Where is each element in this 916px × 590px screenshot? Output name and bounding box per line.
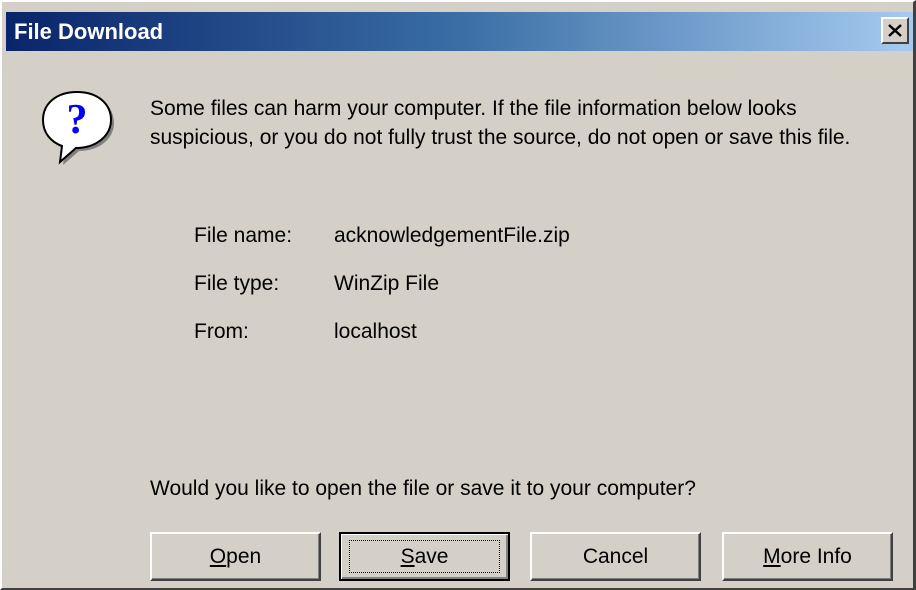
open-button[interactable]: Open <box>150 532 321 581</box>
from-value: localhost <box>334 320 417 343</box>
file-type-value: WinZip File <box>334 272 440 295</box>
close-button[interactable] <box>881 17 909 44</box>
from-label: From: <box>194 320 249 343</box>
focus-ring <box>349 540 500 573</box>
file-download-dialog: File Download ? Some files can harm your… <box>0 0 916 590</box>
close-icon <box>888 24 902 37</box>
open-button-label: pen <box>226 544 262 568</box>
question-mark-icon: ? <box>41 90 114 165</box>
title-bar[interactable]: File Download <box>6 12 913 51</box>
window-title: File Download <box>14 19 164 44</box>
open-or-save-question: Would you like to open the file or save … <box>150 477 696 500</box>
more-info-button[interactable]: More Info <box>722 532 893 581</box>
svg-text:?: ? <box>67 97 88 143</box>
open-button-accel: O <box>209 544 227 568</box>
file-type-label: File type: <box>194 272 280 295</box>
save-button[interactable]: Save <box>339 532 510 581</box>
more-info-button-accel: M <box>763 544 781 568</box>
cancel-button-label: Cancel <box>582 544 649 568</box>
file-name-value: acknowledgementFile.zip <box>334 224 570 247</box>
warning-text: Some files can harm your computer. If th… <box>150 97 851 149</box>
cancel-button[interactable]: Cancel <box>530 532 701 581</box>
more-info-button-label: ore Info <box>780 544 852 568</box>
file-name-label: File name: <box>194 224 293 247</box>
